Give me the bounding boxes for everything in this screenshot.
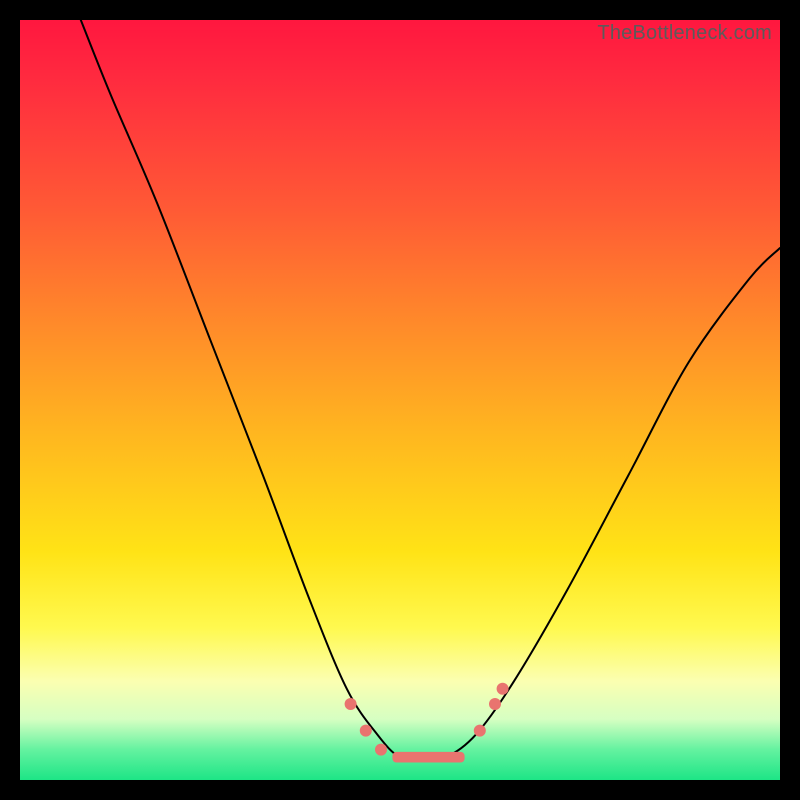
curve-marker (497, 683, 509, 695)
chart-frame: TheBottleneck.com (0, 0, 800, 800)
bottleneck-curve-svg (20, 20, 780, 780)
curve-marker (375, 744, 387, 756)
curve-marker (360, 725, 372, 737)
curve-marker (489, 698, 501, 710)
curve-flat-segment (392, 752, 464, 763)
chart-plot-area: TheBottleneck.com (20, 20, 780, 780)
bottleneck-curve-path (81, 20, 780, 759)
curve-markers-group (345, 683, 509, 756)
curve-marker (345, 698, 357, 710)
curve-marker (474, 725, 486, 737)
